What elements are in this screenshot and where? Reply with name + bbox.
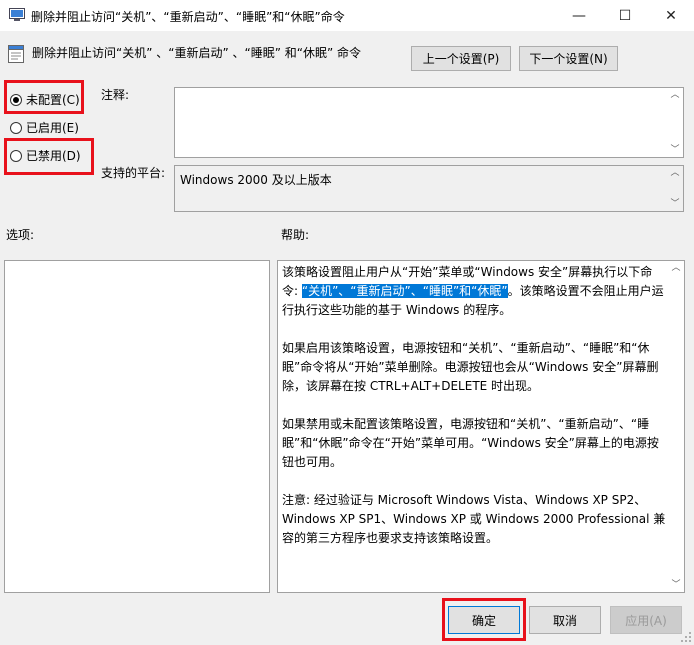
previous-setting-button[interactable]: 上一个设置(P): [411, 46, 511, 71]
close-button[interactable]: ✕: [648, 0, 694, 31]
platform-label: 支持的平台:: [101, 166, 166, 180]
apply-button[interactable]: 应用(A): [610, 606, 682, 634]
platform-scrollbar[interactable]: ︿ ﹀: [668, 166, 683, 211]
options-label: 选项:: [6, 228, 35, 242]
radio-unchecked-icon: [10, 121, 22, 134]
help-paragraph-2: 如果启用该策略设置，电源按钮和“关机”、“重新启动”、“睡眠”和“休眠”命令将从…: [282, 341, 659, 393]
help-selected-text: “关机”、“重新启动”、“睡眠”和“休眠”: [301, 284, 508, 298]
scroll-down-icon[interactable]: ﹀: [668, 145, 682, 155]
maximize-icon: ☐: [618, 7, 632, 24]
cancel-button[interactable]: 取消: [529, 606, 601, 634]
help-text: 该策略设置阻止用户从“开始”菜单或“Windows 安全”屏幕执行以下命令: “…: [282, 263, 666, 567]
minimize-button[interactable]: —: [556, 0, 602, 31]
options-pane[interactable]: [4, 260, 270, 593]
scroll-down-icon[interactable]: ﹀: [669, 580, 683, 590]
comment-textarea[interactable]: ︿ ﹀: [174, 87, 684, 158]
close-icon: ✕: [665, 7, 677, 24]
radio-enabled-label: 已启用(E): [26, 121, 79, 135]
radio-disabled-label: 已禁用(D): [26, 149, 81, 163]
radio-enabled[interactable]: 已启用(E): [10, 119, 79, 136]
maximize-button[interactable]: ☐: [602, 0, 648, 31]
scroll-up-icon[interactable]: ︿: [669, 263, 683, 273]
help-label: 帮助:: [281, 228, 310, 242]
scroll-up-icon[interactable]: ︿: [668, 90, 682, 100]
policy-window-icon: [9, 8, 25, 21]
window-title: 删除并阻止访问“关机”、“重新启动”、“睡眠”和“休眠”命令: [31, 10, 345, 24]
platform-value: Windows 2000 及以上版本: [180, 173, 332, 187]
radio-checked-icon: [10, 93, 22, 106]
radio-unchecked-icon: [10, 149, 22, 162]
title-bar[interactable]: 删除并阻止访问“关机”、“重新启动”、“睡眠”和“休眠”命令 — ☐ ✕: [0, 0, 694, 31]
scroll-up-icon[interactable]: ︿: [668, 168, 682, 178]
policy-title: 删除并阻止访问“关机” 、“重新启动” 、“睡眠” 和“休眠” 命令: [32, 46, 361, 60]
radio-not-configured-label: 未配置(C): [26, 93, 80, 107]
minimize-icon: —: [572, 7, 586, 24]
scroll-down-icon[interactable]: ﹀: [668, 199, 682, 209]
help-paragraph-1: 该策略设置阻止用户从“开始”菜单或“Windows 安全”屏幕执行以下命令: “…: [282, 263, 666, 320]
resize-grip-icon[interactable]: [680, 631, 692, 643]
next-setting-button[interactable]: 下一个设置(N): [519, 46, 618, 71]
help-paragraph-4: 注意: 经过验证与 Microsoft Windows Vista、Window…: [282, 493, 666, 545]
help-scrollbar[interactable]: ︿ ﹀: [669, 261, 684, 592]
comment-label: 注释:: [101, 88, 130, 102]
comment-scrollbar[interactable]: ︿ ﹀: [668, 88, 683, 157]
help-pane[interactable]: 该策略设置阻止用户从“开始”菜单或“Windows 安全”屏幕执行以下命令: “…: [277, 260, 685, 593]
radio-disabled[interactable]: 已禁用(D): [10, 147, 81, 164]
help-paragraph-3: 如果禁用或未配置该策略设置，电源按钮和“关机”、“重新启动”、“睡眠”和“休眠”…: [282, 417, 659, 469]
radio-not-configured[interactable]: 未配置(C): [10, 91, 80, 108]
ok-button[interactable]: 确定: [448, 606, 520, 634]
platform-field: Windows 2000 及以上版本 ︿ ﹀: [174, 165, 684, 212]
policy-setting-icon: [8, 45, 24, 63]
